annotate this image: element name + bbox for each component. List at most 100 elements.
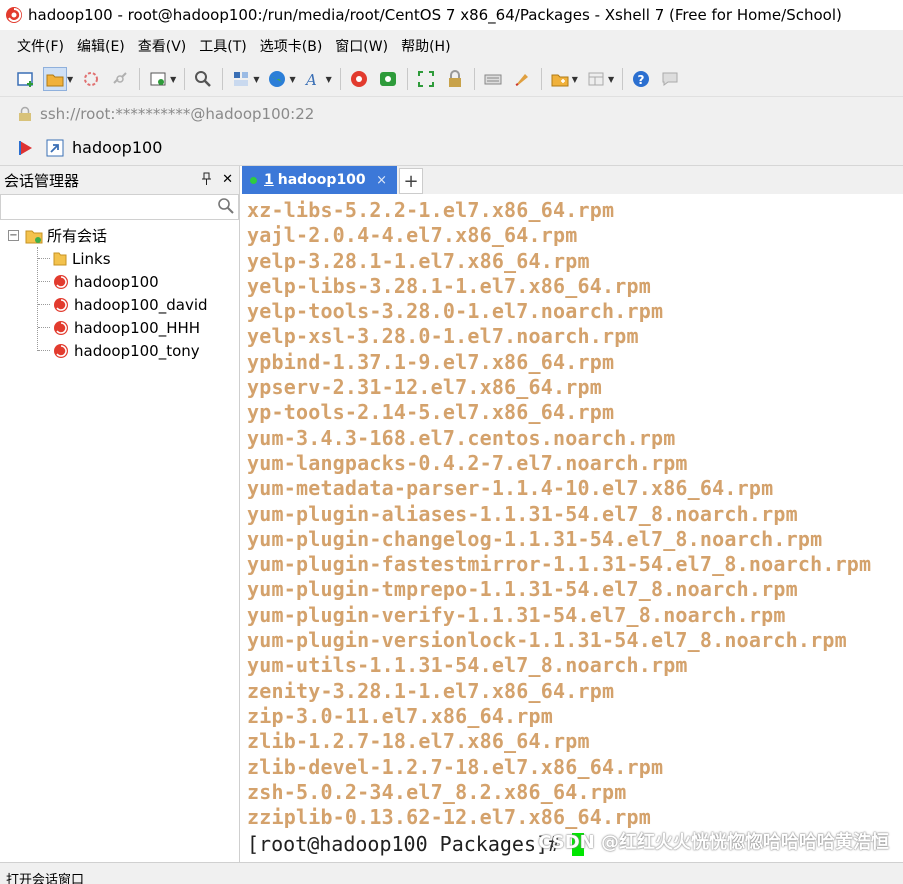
title-bar: hadoop100 - root@hadoop100:/run/media/ro… xyxy=(0,0,903,30)
tree-root-all-sessions[interactable]: − 所有会话 xyxy=(8,224,239,247)
terminal-line: yum-plugin-versionlock-1.1.31-54.el7_8.n… xyxy=(247,628,847,653)
terminal-line: yelp-xsl-3.28.0-1.el7.noarch.rpm xyxy=(247,324,639,349)
xshell-logo-icon xyxy=(6,7,22,23)
status-bar: 打开会话窗口 xyxy=(0,862,903,884)
session-link[interactable]: hadoop100 xyxy=(72,138,162,157)
terminal-output[interactable]: xz-libs-5.2.2-1.el7.x86_64.rpm yajl-2.0.4… xyxy=(242,194,903,862)
tree-item-label: hadoop100 xyxy=(74,272,159,291)
menu-window[interactable]: 窗口(W) xyxy=(335,36,388,56)
terminal-line: ypbind-1.37.1-9.el7.x86_64.rpm xyxy=(247,349,615,374)
terminal-line: yelp-tools-3.28.0-1.el7.noarch.rpm xyxy=(247,299,664,324)
pin-icon[interactable] xyxy=(201,172,212,189)
terminal-line: yum-plugin-changelog-1.1.31-54.el7_8.noa… xyxy=(247,526,823,551)
new-tab-button[interactable]: + xyxy=(399,168,423,194)
xshell-session-icon xyxy=(54,343,68,358)
toolbar-divider xyxy=(222,68,224,90)
chevron-down-icon[interactable]: ▼ xyxy=(326,75,332,84)
shortcut-icon[interactable] xyxy=(46,139,64,157)
fullscreen-icon[interactable] xyxy=(414,67,438,91)
disconnect-icon[interactable] xyxy=(108,67,132,91)
tree-item-session[interactable]: hadoop100_tony xyxy=(8,339,239,362)
tree-item-session[interactable]: hadoop100 xyxy=(8,270,239,293)
lock-icon[interactable] xyxy=(443,67,467,91)
terminal-line: zip-3.0-11.el7.x86_64.rpm xyxy=(247,703,554,728)
close-icon[interactable]: × xyxy=(376,173,387,188)
toolbar: ▼ ▼ ▼ ▼ A ▼ ▼ ▼ ? xyxy=(0,62,903,96)
chevron-down-icon[interactable]: ▼ xyxy=(67,75,73,84)
chevron-down-icon[interactable]: ▼ xyxy=(572,75,578,84)
bookmark-icon[interactable] xyxy=(18,139,36,157)
chevron-down-icon[interactable]: ▼ xyxy=(170,75,176,84)
menu-help[interactable]: 帮助(H) xyxy=(401,36,450,56)
new-session-icon[interactable] xyxy=(14,67,38,91)
terminal-line: yelp-3.28.1-1.el7.x86_64.rpm xyxy=(247,248,590,273)
address-bar: ssh://root:**********@hadoop100:22 xyxy=(0,96,903,130)
find-icon[interactable] xyxy=(191,67,215,91)
session-tree: − 所有会话 Links hadoop100 hadoop100_david h… xyxy=(0,224,239,362)
terminal-line: zsh-5.0.2-34.el7_8.2.x86_64.rpm xyxy=(247,779,627,804)
xftp-icon[interactable] xyxy=(376,67,400,91)
chevron-down-icon[interactable]: ▼ xyxy=(253,75,259,84)
reconnect-icon[interactable] xyxy=(79,67,103,91)
menu-tab[interactable]: 选项卡(B) xyxy=(260,36,323,56)
terminal-line: yum-plugin-verify-1.1.31-54.el7_8.noarch… xyxy=(247,602,786,627)
terminal-line: yum-langpacks-0.4.2-7.el7.noarch.rpm xyxy=(247,450,688,475)
session-bar: hadoop100 xyxy=(0,130,903,166)
globe-icon[interactable] xyxy=(265,67,289,91)
properties-icon[interactable] xyxy=(146,67,170,91)
folder-icon xyxy=(25,230,43,243)
terminal-line: xz-libs-5.2.2-1.el7.x86_64.rpm xyxy=(247,198,615,222)
xshell-session-icon xyxy=(54,320,68,335)
xshell-icon[interactable] xyxy=(347,67,371,91)
session-manager-title: 会话管理器 xyxy=(4,171,80,190)
terminal-line: zlib-devel-1.2.7-18.el7.x86_64.rpm xyxy=(247,754,664,779)
tree-item-label: hadoop100_HHH xyxy=(74,318,201,337)
chat-icon[interactable] xyxy=(658,67,682,91)
folder-icon xyxy=(53,252,67,265)
tree-item-label: hadoop100_david xyxy=(74,295,208,314)
keyboard-icon[interactable] xyxy=(481,67,505,91)
toolbar-divider xyxy=(622,68,624,90)
terminal-line: zziplib-0.13.62-12.el7.x86_64.rpm xyxy=(247,805,651,830)
status-text: 打开会话窗口 xyxy=(6,873,85,884)
chevron-down-icon[interactable]: ▼ xyxy=(289,75,295,84)
connected-status-icon xyxy=(250,176,257,184)
tree-item-session[interactable]: hadoop100_david xyxy=(8,293,239,316)
new-folder-icon[interactable] xyxy=(548,67,572,91)
tree-item-session[interactable]: hadoop100_HHH xyxy=(8,316,239,339)
terminal-lines: xz-libs-5.2.2-1.el7.x86_64.rpm yajl-2.0.4… xyxy=(247,198,903,830)
address-text[interactable]: ssh://root:**********@hadoop100:22 xyxy=(40,105,314,123)
tab-number: 1 xyxy=(264,172,274,188)
menu-view[interactable]: 查看(V) xyxy=(138,36,187,56)
terminal-line: yp-tools-2.14-5.el7.x86_64.rpm xyxy=(247,400,615,425)
tab-hadoop100[interactable]: 1 hadoop100 × xyxy=(242,166,397,194)
session-search-input[interactable] xyxy=(0,194,239,220)
terminal-line: zenity-3.28.1-1.el7.x86_64.rpm xyxy=(247,678,615,703)
open-folder-icon[interactable] xyxy=(43,67,67,91)
terminal-line: yum-3.4.3-168.el7.centos.noarch.rpm xyxy=(247,425,676,450)
toolbar-divider xyxy=(473,68,475,90)
collapse-icon[interactable]: − xyxy=(8,230,19,241)
help-icon[interactable]: ? xyxy=(629,67,653,91)
menu-file[interactable]: 文件(F) xyxy=(17,36,64,56)
xshell-session-icon xyxy=(54,274,68,289)
lock-icon xyxy=(19,106,31,121)
terminal-line: yajl-2.0.4-4.el7.x86_64.rpm xyxy=(247,223,578,248)
session-manager-header: 会话管理器 ✕ xyxy=(0,166,239,194)
search-icon[interactable] xyxy=(217,197,235,215)
terminal-line: yum-metadata-parser-1.1.4-10.el7.x86_64.… xyxy=(247,476,774,501)
chevron-down-icon[interactable]: ▼ xyxy=(608,75,614,84)
terminal-line: yelp-libs-3.28.1-1.el7.x86_64.rpm xyxy=(247,273,651,298)
xshell-session-icon xyxy=(54,297,68,312)
close-icon[interactable]: ✕ xyxy=(222,172,233,189)
terminal-line: yum-plugin-tmprepo-1.1.31-54.el7_8.noarc… xyxy=(247,577,798,602)
highlight-icon[interactable] xyxy=(510,67,534,91)
menu-edit[interactable]: 编辑(E) xyxy=(77,36,125,56)
font-icon[interactable]: A xyxy=(302,67,326,91)
menu-tools[interactable]: 工具(T) xyxy=(199,36,246,56)
tab-bar: 1 hadoop100 × + xyxy=(242,166,903,194)
tree-item-links[interactable]: Links xyxy=(8,247,239,270)
split-view-icon[interactable] xyxy=(584,67,608,91)
layout-icon[interactable] xyxy=(229,67,253,91)
terminal-line: yum-plugin-aliases-1.1.31-54.el7_8.noarc… xyxy=(247,501,798,526)
